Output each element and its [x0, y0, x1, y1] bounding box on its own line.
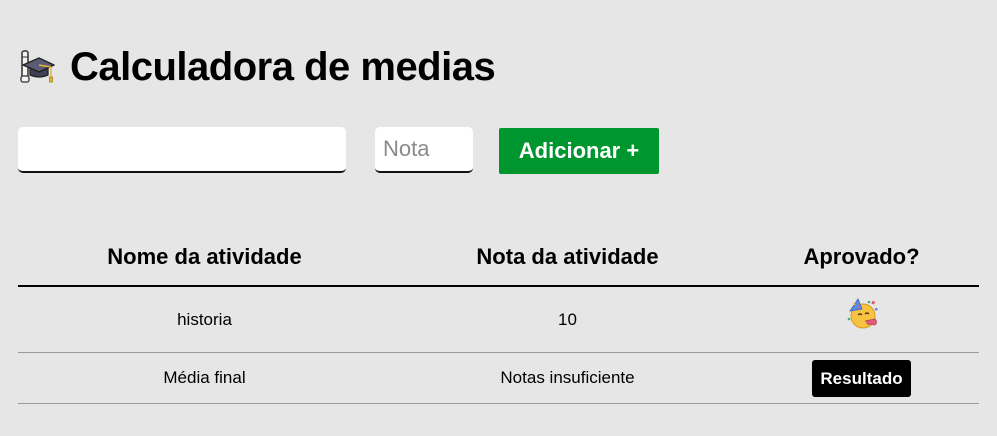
result-cell: Resultado [744, 352, 979, 404]
table-row: historia 10 [18, 286, 979, 353]
activity-name-input[interactable] [18, 127, 346, 173]
page-header: Calculadora de medias [18, 44, 496, 90]
grade-input[interactable] [375, 127, 473, 173]
column-header-activity-grade: Nota da atividade [391, 229, 744, 287]
table-header-row: Nome da atividade Nota da atividade Apro… [18, 229, 979, 287]
final-average-label: Média final [18, 352, 391, 404]
column-header-approved: Aprovado? [744, 229, 979, 287]
column-header-activity-name: Nome da atividade [18, 229, 391, 287]
approved-cell [744, 286, 979, 353]
grades-table: Nome da atividade Nota da atividade Apro… [18, 229, 979, 404]
party-face-icon [845, 297, 879, 331]
graduation-cap-icon [18, 48, 56, 86]
add-button[interactable]: Adicionar + [499, 128, 659, 174]
result-badge: Resultado [812, 359, 911, 397]
final-average-value: Notas insuficiente [391, 352, 744, 404]
page-title: Calculadora de medias [70, 45, 496, 89]
activity-name-cell: historia [18, 286, 391, 353]
final-average-row: Média final Notas insuficiente Resultado [18, 352, 979, 404]
activity-grade-cell: 10 [391, 286, 744, 353]
